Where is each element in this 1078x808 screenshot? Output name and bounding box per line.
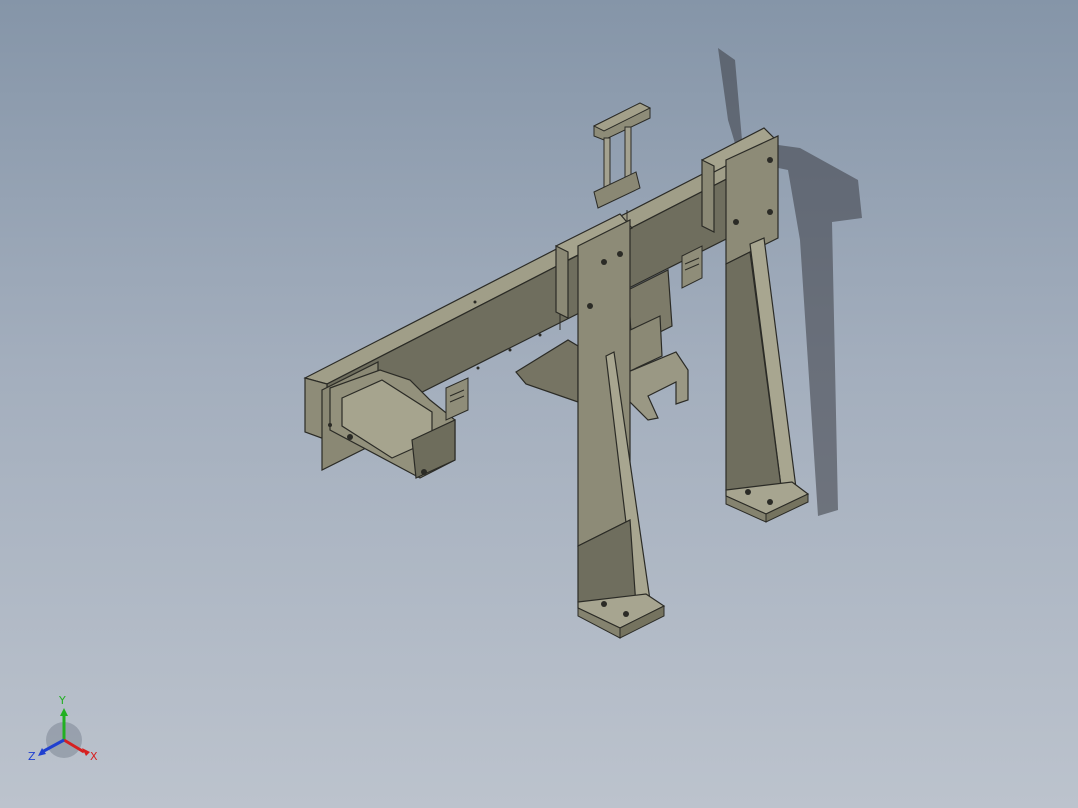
3d-viewport[interactable]: Y X Z: [0, 0, 1078, 808]
x-axis-label: X: [90, 750, 98, 763]
cylinder-assembly[interactable]: [592, 102, 652, 209]
sensor-bracket-left[interactable]: [445, 377, 469, 421]
y-axis-label: Y: [59, 694, 66, 707]
orientation-triad[interactable]: Y X Z: [26, 694, 102, 770]
cad-model[interactable]: [0, 0, 1078, 808]
z-axis-label: Z: [28, 750, 36, 763]
